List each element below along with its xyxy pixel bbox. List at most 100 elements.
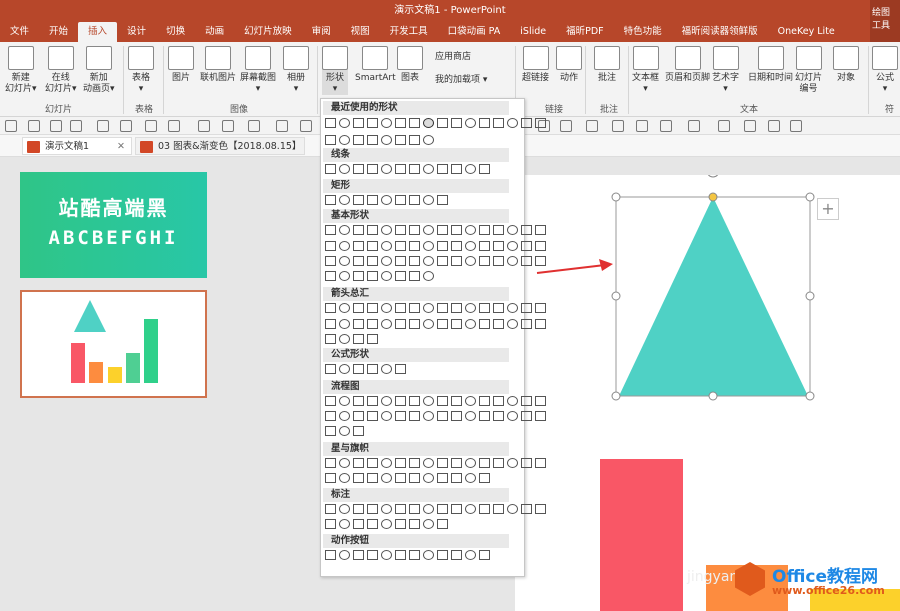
shape-option-icon[interactable] [353, 225, 364, 235]
shape-option-icon[interactable] [437, 319, 448, 329]
shape-option-icon[interactable] [465, 396, 476, 406]
shape-option-icon[interactable] [409, 396, 420, 406]
shape-option-icon[interactable] [493, 225, 504, 235]
shape-option-icon[interactable] [451, 241, 462, 251]
shape-option-icon[interactable] [381, 458, 392, 468]
shape-option-icon[interactable] [381, 118, 392, 128]
toolbar-icon-5[interactable] [120, 120, 132, 132]
shape-option-icon[interactable] [325, 241, 336, 251]
ribbon-button-5[interactable]: 联机图片 [200, 46, 236, 84]
shape-option-icon[interactable] [353, 241, 364, 251]
shape-option-icon[interactable] [381, 241, 392, 251]
shape-option-icon[interactable] [353, 519, 364, 529]
shape-option-icon[interactable] [507, 396, 518, 406]
shape-option-icon[interactable] [437, 225, 448, 235]
shape-option-icon[interactable] [409, 550, 420, 560]
shape-option-icon[interactable] [493, 256, 504, 266]
tab-8[interactable]: 视图 [341, 22, 380, 42]
shape-option-icon[interactable] [339, 164, 350, 174]
shape-option-icon[interactable] [339, 519, 350, 529]
shape-option-icon[interactable] [395, 411, 406, 421]
shape-option-icon[interactable] [395, 364, 406, 374]
toolbar-icon-21[interactable] [744, 120, 756, 132]
shape-option-icon[interactable] [353, 411, 364, 421]
shape-option-icon[interactable] [493, 241, 504, 251]
shape-option-icon[interactable] [367, 164, 378, 174]
shape-option-icon[interactable] [423, 319, 434, 329]
shape-option-icon[interactable] [367, 271, 378, 281]
tab-4[interactable]: 切换 [156, 22, 195, 42]
shape-option-icon[interactable] [367, 519, 378, 529]
shape-option-icon[interactable] [493, 458, 504, 468]
ribbon-button-18[interactable]: 幻灯片 编号 [795, 46, 822, 95]
shape-option-icon[interactable] [381, 364, 392, 374]
toolbar-icon-3[interactable] [70, 120, 82, 132]
shape-option-icon[interactable] [395, 195, 406, 205]
shape-option-icon[interactable] [395, 225, 406, 235]
shape-option-icon[interactable] [493, 118, 504, 128]
shape-option-icon[interactable] [437, 504, 448, 514]
shape-option-icon[interactable] [423, 504, 434, 514]
layout-options-plus-icon[interactable]: + [817, 198, 839, 220]
ribbon-button-3[interactable]: 表格 ▾ [128, 46, 154, 95]
shape-option-icon[interactable] [423, 135, 434, 145]
shape-option-icon[interactable] [339, 271, 350, 281]
shape-option-icon[interactable] [409, 411, 420, 421]
shape-option-icon[interactable] [423, 303, 434, 313]
shape-option-icon[interactable] [479, 303, 490, 313]
shape-option-icon[interactable] [353, 364, 364, 374]
shape-option-icon[interactable] [339, 256, 350, 266]
toolbar-icon-23[interactable] [790, 120, 802, 132]
shape-option-icon[interactable] [521, 225, 532, 235]
shape-option-icon[interactable] [381, 473, 392, 483]
shape-option-icon[interactable] [465, 504, 476, 514]
toolbar-icon-1[interactable] [28, 120, 40, 132]
shape-option-icon[interactable] [535, 118, 546, 128]
ribbon-button-10[interactable]: 图表 [397, 46, 423, 84]
shape-option-icon[interactable] [409, 504, 420, 514]
slide-canvas[interactable]: + [515, 175, 900, 611]
shape-option-icon[interactable] [465, 411, 476, 421]
shape-option-icon[interactable] [409, 473, 420, 483]
shape-option-icon[interactable] [535, 411, 546, 421]
shape-option-icon[interactable] [395, 396, 406, 406]
tab-11[interactable]: iSlide [510, 22, 556, 42]
shape-option-icon[interactable] [437, 411, 448, 421]
shape-option-icon[interactable] [423, 550, 434, 560]
shape-option-icon[interactable] [535, 458, 546, 468]
addin-button-1[interactable]: 我的加载项 ▾ [435, 75, 487, 86]
shape-option-icon[interactable] [479, 118, 490, 128]
ribbon-button-8[interactable]: 形状 ▾ [322, 46, 348, 95]
shape-option-icon[interactable] [451, 473, 462, 483]
shape-option-icon[interactable] [409, 241, 420, 251]
toolbar-icon-0[interactable] [5, 120, 17, 132]
shape-option-icon[interactable] [521, 256, 532, 266]
ribbon-button-17[interactable]: 日期和时间 [748, 46, 793, 84]
shape-option-icon[interactable] [423, 411, 434, 421]
shape-option-icon[interactable] [423, 118, 434, 128]
shape-option-icon[interactable] [367, 118, 378, 128]
shape-option-icon[interactable] [325, 256, 336, 266]
shape-option-icon[interactable] [437, 118, 448, 128]
shape-option-icon[interactable] [395, 504, 406, 514]
toolbar-icon-17[interactable] [636, 120, 648, 132]
shape-option-icon[interactable] [339, 118, 350, 128]
shape-option-icon[interactable] [521, 396, 532, 406]
shape-option-icon[interactable] [353, 319, 364, 329]
shape-option-icon[interactable] [381, 271, 392, 281]
shape-option-icon[interactable] [325, 164, 336, 174]
shape-option-icon[interactable] [339, 396, 350, 406]
shape-option-icon[interactable] [521, 458, 532, 468]
shape-option-icon[interactable] [521, 118, 532, 128]
shape-option-icon[interactable] [521, 411, 532, 421]
close-icon[interactable]: ✕ [117, 138, 125, 156]
shape-option-icon[interactable] [325, 473, 336, 483]
shape-option-icon[interactable] [381, 195, 392, 205]
shape-option-icon[interactable] [451, 550, 462, 560]
shape-option-icon[interactable] [325, 135, 336, 145]
tab-1[interactable]: 开始 [39, 22, 78, 42]
shape-option-icon[interactable] [535, 225, 546, 235]
shape-option-icon[interactable] [535, 504, 546, 514]
shape-option-icon[interactable] [339, 334, 350, 344]
toolbar-icon-4[interactable] [97, 120, 109, 132]
